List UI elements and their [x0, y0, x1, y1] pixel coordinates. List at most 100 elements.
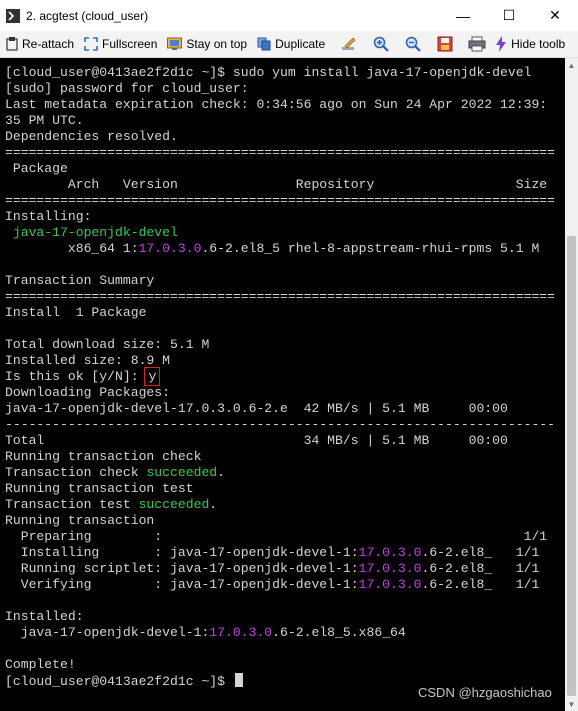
line-text: Arch Version Repository Size	[5, 177, 548, 192]
line-text: Total download size: 5.1 M	[5, 337, 210, 352]
terminal-line: Complete!	[5, 657, 555, 673]
terminal-line: Install 1 Package	[5, 305, 555, 321]
zoom-in-button[interactable]	[367, 33, 395, 55]
terminal-line: Preparing : 1/1	[5, 529, 555, 545]
terminal-line: Transaction test succeeded.	[5, 497, 555, 513]
terminal-line: Running transaction test	[5, 481, 555, 497]
line-text: ========================================…	[5, 193, 556, 208]
terminal-line: ----------------------------------------…	[5, 417, 555, 433]
terminal-line: Dependencies resolved.	[5, 129, 555, 145]
terminal-line: Downloading Packages:	[5, 385, 555, 401]
line-text: Installing : java-17-openjdk-devel-1:	[5, 545, 359, 560]
zoom-in-icon	[373, 36, 389, 52]
version-text: 17.0.3.0	[358, 577, 422, 592]
terminal-line: java-17-openjdk-devel-17.0.3.0.6-2.e 42 …	[5, 401, 555, 417]
line-text: Running transaction check	[5, 449, 202, 464]
terminal-line: Verifying : java-17-openjdk-devel-1:17.0…	[5, 577, 555, 593]
terminal-line: Total download size: 5.1 M	[5, 337, 555, 353]
line-text	[5, 225, 13, 240]
stay-on-top-icon	[167, 37, 183, 50]
edit-icon	[342, 37, 356, 50]
zoom-out-icon	[405, 36, 421, 52]
duplicate-button[interactable]: Duplicate	[257, 37, 325, 51]
close-button[interactable]: ✕	[532, 0, 578, 31]
terminal-line: x86_64 1:17.0.3.0.6-2.el8_5 rhel-8-appst…	[5, 241, 555, 257]
line-text: Install 1 Package	[5, 305, 147, 320]
line-text: Running transaction test	[5, 481, 194, 496]
vertical-scrollbar[interactable]: ▲ ▼	[565, 58, 578, 711]
line-text: x86_64 1:	[5, 241, 139, 256]
terminal-line: Transaction Summary	[5, 273, 555, 289]
hide-toolbar-label: Hide toolb	[511, 37, 566, 51]
terminal-line: Arch Version Repository Size	[5, 177, 555, 193]
terminal-line: ========================================…	[5, 145, 555, 161]
line-text: Verifying : java-17-openjdk-devel-1:	[5, 577, 359, 592]
line-text: .6-2.el8_ 1/1	[421, 545, 540, 560]
line-text: .6-2.el8_ 1/1	[421, 561, 540, 576]
line-text: Transaction Summary	[5, 273, 155, 288]
terminal-line: java-17-openjdk-devel	[5, 225, 555, 241]
line-text: Dependencies resolved.	[5, 129, 178, 144]
terminal-line: Running scriptlet: java-17-openjdk-devel…	[5, 561, 555, 577]
zoom-out-button[interactable]	[399, 33, 427, 55]
terminal-line: Last metadata expiration check: 0:34:56 …	[5, 97, 555, 113]
line-text: Installed size: 8.9 M	[5, 353, 171, 368]
scroll-down-arrow-icon[interactable]: ▼	[565, 697, 578, 711]
line-text: Transaction test	[5, 497, 139, 512]
minimize-button[interactable]: —	[440, 0, 486, 31]
title-bar: 2. acgtest (cloud_user) — ☐ ✕	[0, 0, 578, 31]
fullscreen-button[interactable]: Fullscreen	[84, 37, 157, 51]
line-text: .	[217, 465, 226, 480]
line-text: 35 PM UTC.	[5, 113, 84, 128]
terminal-output[interactable]: [cloud_user@0413ae2f2d1c ~]$ sudo yum in…	[0, 58, 565, 711]
terminal-line: Package	[5, 161, 555, 177]
line-text: java-17-openjdk-devel-17.0.3.0.6-2.e 42 …	[5, 401, 508, 416]
stay-on-top-button[interactable]: Stay on top	[167, 37, 247, 51]
scroll-up-arrow-icon[interactable]: ▲	[565, 58, 578, 72]
line-text: Running scriptlet: java-17-openjdk-devel…	[5, 561, 359, 576]
terminal-line: Installed size: 8.9 M	[5, 353, 555, 369]
terminal-screen: [cloud_user@0413ae2f2d1c ~]$ sudo yum in…	[5, 65, 555, 689]
confirm-answer-highlight: y	[144, 367, 161, 386]
edit-icon-button[interactable]	[335, 33, 363, 55]
terminal-line: 35 PM UTC.	[5, 113, 555, 129]
terminal-line: [cloud_user@0413ae2f2d1c ~]$ sudo yum in…	[5, 65, 555, 81]
line-text: .6-2.el8_5.x86_64	[272, 625, 406, 640]
print-button[interactable]	[463, 33, 491, 55]
reattach-button[interactable]: Re-attach	[6, 37, 74, 51]
save-log-button[interactable]	[431, 33, 459, 55]
line-text: Complete!	[5, 657, 76, 672]
terminal-line: Transaction check succeeded.	[5, 465, 555, 481]
stay-on-top-label: Stay on top	[186, 37, 248, 51]
line-text: Is this ok [y/N]:	[5, 369, 147, 384]
terminal-line: Installed:	[5, 609, 555, 625]
hide-toolbar-button[interactable]: Hide toolb	[495, 36, 565, 52]
fullscreen-label: Fullscreen	[102, 37, 158, 51]
line-text: ========================================…	[5, 289, 556, 304]
line-text: Total 34 MB/s | 5.1 MB 00:00	[5, 433, 508, 448]
scrollbar-thumb[interactable]	[567, 236, 576, 696]
terminal-app-icon	[6, 8, 20, 23]
maximize-button[interactable]: ☐	[486, 0, 532, 31]
line-text: java-17-openjdk-devel-1:	[5, 625, 210, 640]
terminal-line: java-17-openjdk-devel-1:17.0.3.0.6-2.el8…	[5, 625, 555, 641]
reattach-icon	[6, 37, 18, 51]
toolbar: Re-attach Fullscreen Stay on top Duplica…	[0, 31, 578, 58]
printer-icon	[468, 36, 486, 52]
line-text: ========================================…	[5, 145, 556, 160]
line-text: ----------------------------------------…	[5, 417, 556, 432]
line-text: [cloud_user@0413ae2f2d1c ~]$ sudo yum in…	[5, 65, 532, 80]
line-text: [sudo] password for cloud_user:	[5, 81, 249, 96]
line-text: .	[209, 497, 218, 512]
line-text: Package	[5, 161, 68, 176]
line-text: Last metadata expiration check: 0:34:56 …	[5, 97, 548, 112]
terminal-line: ========================================…	[5, 289, 555, 305]
highlight-text-green: succeeded	[138, 497, 210, 512]
highlight-text-green: java-17-openjdk-devel	[12, 225, 178, 240]
line-text: Downloading Packages:	[5, 385, 171, 400]
terminal-line: Running transaction check	[5, 449, 555, 465]
